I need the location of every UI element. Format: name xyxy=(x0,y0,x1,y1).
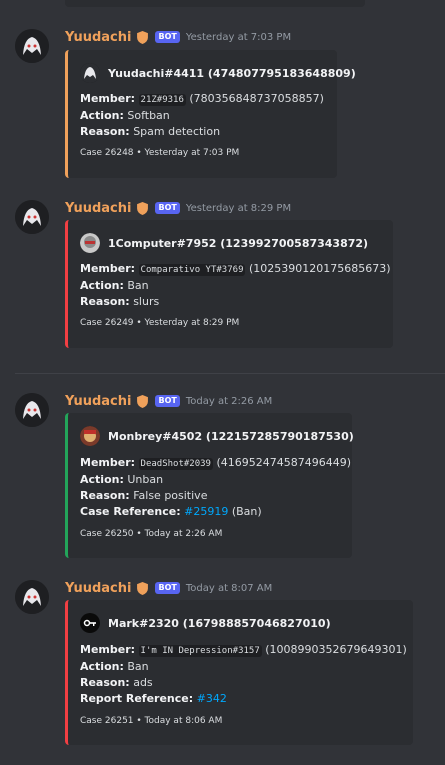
embed-author-name: 1Computer#7952 (123992700587343872) xyxy=(108,236,369,250)
member-tag: I'm IN Depression#3157 xyxy=(138,645,262,657)
action-value: Unban xyxy=(127,473,164,486)
member-field: Member: 21Z#9316 (780356848737058857) xyxy=(80,92,324,106)
divider xyxy=(15,373,445,374)
previous-embed-edge xyxy=(65,0,365,7)
shield-icon xyxy=(137,394,149,408)
yuudachi-avatar[interactable] xyxy=(15,393,49,427)
bot-badge: BOT xyxy=(155,202,180,214)
member-id: (780356848737058857) xyxy=(189,92,324,105)
yuudachi-avatar[interactable] xyxy=(15,29,49,63)
embed-author-avatar xyxy=(80,426,100,446)
reason-value: ads xyxy=(133,676,153,689)
member-tag: DeadShot#2039 xyxy=(138,458,213,470)
embed-author-avatar xyxy=(80,63,100,83)
embed-author-avatar xyxy=(80,233,100,253)
author-name[interactable]: Yuudachi xyxy=(65,394,131,409)
author-name[interactable]: Yuudachi xyxy=(65,201,131,216)
member-id: (1025390120175685673) xyxy=(248,262,391,275)
reason-field: Reason: slurs xyxy=(80,295,160,308)
member-field: Member: I'm IN Depression#3157 (10089903… xyxy=(80,643,407,657)
bot-badge: BOT xyxy=(155,31,180,43)
embed-author-name: Mark#2320 (167988857046827010) xyxy=(108,616,331,630)
member-field: Member: Comparativo YT#3769 (10253901201… xyxy=(80,262,391,276)
shield-icon xyxy=(137,201,149,215)
embed-footer: Case 26248 • Yesterday at 7:03 PM xyxy=(80,148,240,158)
reason-field: Reason: Spam detection xyxy=(80,125,221,138)
action-field: Action: Unban xyxy=(80,473,164,486)
timestamp[interactable]: Today at 8:07 AM xyxy=(186,583,272,594)
timestamp[interactable]: Yesterday at 7:03 PM xyxy=(186,32,291,43)
report-reference-link[interactable]: #342 xyxy=(197,692,227,705)
timestamp[interactable]: Yesterday at 8:29 PM xyxy=(186,203,291,214)
author-name[interactable]: Yuudachi xyxy=(65,581,131,596)
reason-field: Reason: False positive xyxy=(80,489,208,502)
embed-author-avatar xyxy=(80,613,100,633)
reason-value: False positive xyxy=(133,489,208,502)
reason-value: slurs xyxy=(133,295,160,308)
bot-badge: BOT xyxy=(155,395,180,407)
timestamp[interactable]: Today at 2:26 AM xyxy=(186,396,272,407)
action-field: Action: Ban xyxy=(80,660,149,673)
action-value: Ban xyxy=(127,279,149,292)
member-id: (1008990352679649301) xyxy=(265,643,407,656)
shield-icon xyxy=(137,581,149,595)
embed: Mark#2320 (167988857046827010) Member: I… xyxy=(65,600,413,745)
yuudachi-avatar[interactable] xyxy=(15,200,49,234)
embed-footer: Case 26251 • Today at 8:06 AM xyxy=(80,716,223,726)
bot-badge: BOT xyxy=(155,582,180,594)
action-field: Action: Softban xyxy=(80,109,170,122)
case-reference-suffix: (Ban) xyxy=(231,505,262,518)
action-field: Action: Ban xyxy=(80,279,149,292)
embed: Yuudachi#4411 (474807795183648809) Membe… xyxy=(65,50,356,178)
member-tag: 21Z#9316 xyxy=(138,94,186,106)
action-value: Softban xyxy=(127,109,170,122)
member-id: (416952474587496449) xyxy=(216,456,352,469)
reason-field: Reason: ads xyxy=(80,676,153,689)
embed-author-name: Monbrey#4502 (122157285790187530) xyxy=(108,429,354,443)
author-name[interactable]: Yuudachi xyxy=(65,30,131,45)
embed: 1Computer#7952 (123992700587343872) Memb… xyxy=(65,220,393,348)
reason-value: Spam detection xyxy=(133,125,221,138)
embed-footer: Case 26249 • Yesterday at 8:29 PM xyxy=(80,318,240,328)
embed-footer: Case 26250 • Today at 2:26 AM xyxy=(80,529,223,539)
embed: Monbrey#4502 (122157285790187530) Member… xyxy=(65,413,354,558)
case-reference-field: Case Reference: #25919 (Ban) xyxy=(80,505,262,518)
member-tag: Comparativo YT#3769 xyxy=(138,264,246,276)
case-reference-link[interactable]: #25919 xyxy=(184,505,228,518)
member-field: Member: DeadShot#2039 (41695247458749644… xyxy=(80,456,352,470)
action-value: Ban xyxy=(127,660,149,673)
yuudachi-avatar[interactable] xyxy=(15,580,49,614)
shield-icon xyxy=(137,30,149,44)
embed-author-name: Yuudachi#4411 (474807795183648809) xyxy=(108,66,356,80)
report-reference-field: Report Reference: #342 xyxy=(80,692,227,705)
